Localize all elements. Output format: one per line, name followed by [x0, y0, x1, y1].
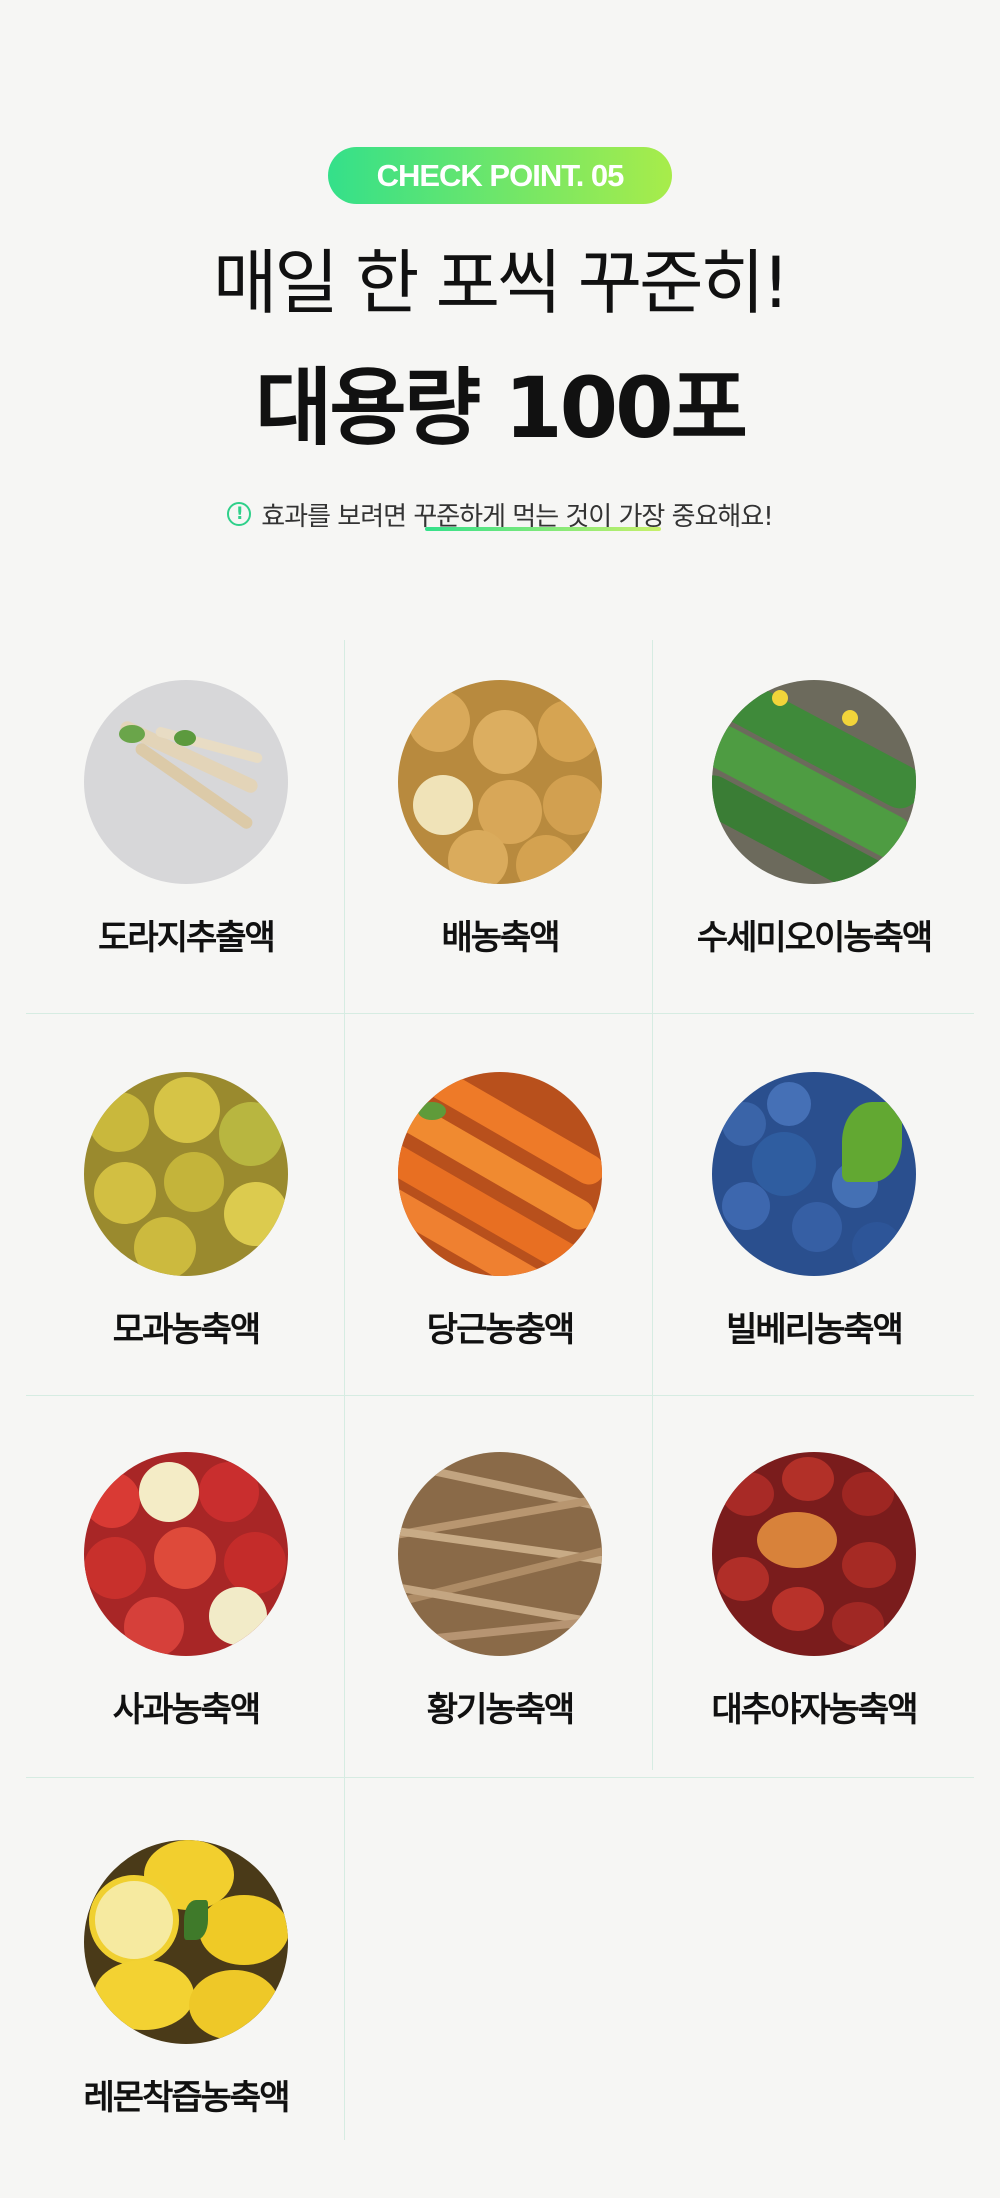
ingredient-label: 빌베리농축액 — [726, 1310, 904, 1350]
subheadline: 대용량 100포 — [255, 359, 748, 457]
highlight-underline — [425, 526, 662, 531]
ingredient-item: 황기농축액 — [346, 1452, 654, 1731]
ingredient-item: 모과농축액 — [32, 1072, 340, 1351]
ingredient-label: 당근농충액 — [426, 1310, 575, 1350]
ingredient-label: 수세미오이농축액 — [696, 918, 933, 958]
ingredient-label: 대추야자농축액 — [711, 1690, 919, 1730]
ingredient-item: 배농축액 — [346, 680, 654, 959]
carrot-image — [398, 1072, 602, 1276]
grid-divider — [26, 1013, 974, 1014]
ingredient-item: 대추야자농축액 — [660, 1452, 968, 1731]
bellflower-root-image — [84, 680, 288, 884]
ingredient-label: 배농축액 — [441, 918, 560, 958]
bilberry-image — [712, 1072, 916, 1276]
ingredient-item: 당근농충액 — [346, 1072, 654, 1351]
grid-divider — [26, 1777, 974, 1778]
ingredient-item: 수세미오이농축액 — [660, 680, 968, 959]
astragalus-root-image — [398, 1452, 602, 1656]
ingredient-label: 도라지추출액 — [98, 918, 276, 958]
ingredient-label: 레몬착즙농축액 — [83, 2078, 291, 2118]
grid-divider — [344, 640, 345, 2140]
grid-divider — [26, 1395, 974, 1396]
ingredient-item: 빌베리농축액 — [660, 1072, 968, 1351]
exclamation-circle-icon: ! — [227, 502, 252, 526]
ingredient-item: 사과농축액 — [32, 1452, 340, 1731]
lemon-image — [84, 1840, 288, 2044]
headline: 매일 한 포씩 꾸준히! — [212, 242, 790, 324]
date-palm-image — [712, 1452, 916, 1656]
ingredient-label: 모과농축액 — [112, 1310, 261, 1350]
ingredient-label: 사과농축액 — [112, 1690, 261, 1730]
pear-image — [398, 680, 602, 884]
apple-image — [84, 1452, 288, 1656]
check-point-badge: CHECK POINT. 05 — [328, 147, 672, 204]
ingredient-item: 도라지추출액 — [32, 680, 340, 959]
ingredient-label: 황기농축액 — [426, 1690, 575, 1730]
note: ! 효과를 보려면 꾸준하게 먹는 것이 가장 중요해요! — [0, 494, 1000, 534]
ingredient-item: 레몬착즙농축액 — [32, 1840, 340, 2119]
luffa-cucumber-image — [712, 680, 916, 884]
quince-image — [84, 1072, 288, 1276]
